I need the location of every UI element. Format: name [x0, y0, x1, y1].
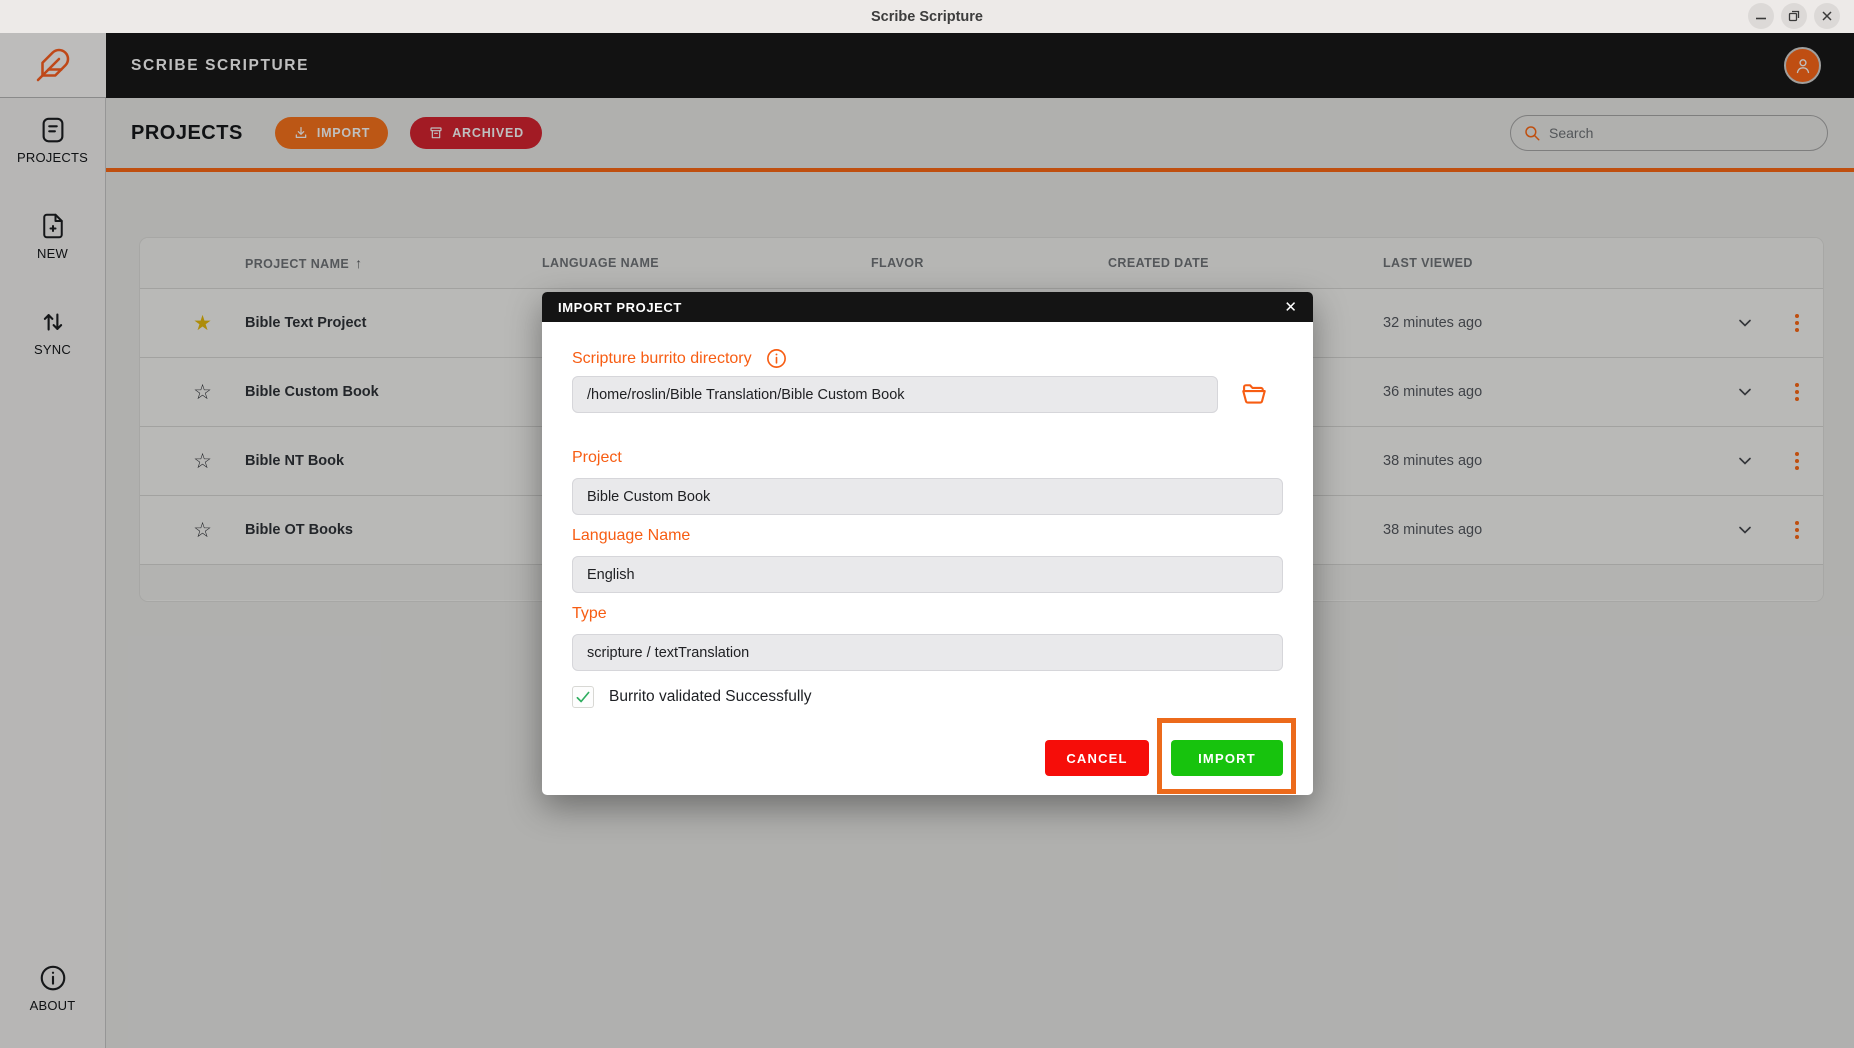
project-label: Project — [572, 449, 622, 467]
type-input[interactable] — [572, 634, 1283, 671]
restore-button[interactable] — [1781, 3, 1807, 29]
dialog-title: IMPORT PROJECT — [558, 300, 682, 315]
close-window-button[interactable] — [1814, 3, 1840, 29]
burrito-directory-label: Scripture burrito directory — [572, 347, 788, 370]
type-label: Type — [572, 605, 607, 623]
checkmark-icon — [572, 686, 594, 708]
validation-status: Burrito validated Successfully — [572, 686, 811, 708]
window-controls — [1748, 3, 1840, 29]
minimize-button[interactable] — [1748, 3, 1774, 29]
os-titlebar: Scribe Scripture — [0, 0, 1854, 33]
cancel-button[interactable]: CANCEL — [1045, 740, 1149, 776]
window-title: Scribe Scripture — [871, 9, 983, 25]
language-name-input[interactable] — [572, 556, 1283, 593]
burrito-directory-input[interactable] — [572, 376, 1218, 413]
info-icon[interactable] — [765, 347, 788, 370]
validation-message: Burrito validated Successfully — [609, 688, 811, 706]
close-icon[interactable]: ✕ — [1280, 296, 1301, 319]
dialog-header: IMPORT PROJECT ✕ — [542, 292, 1313, 322]
folder-open-icon — [1240, 380, 1268, 408]
language-name-label: Language Name — [572, 527, 690, 545]
project-name-input[interactable] — [572, 478, 1283, 515]
browse-folder-button[interactable] — [1240, 380, 1268, 408]
import-button-highlight-annotation — [1157, 718, 1296, 794]
